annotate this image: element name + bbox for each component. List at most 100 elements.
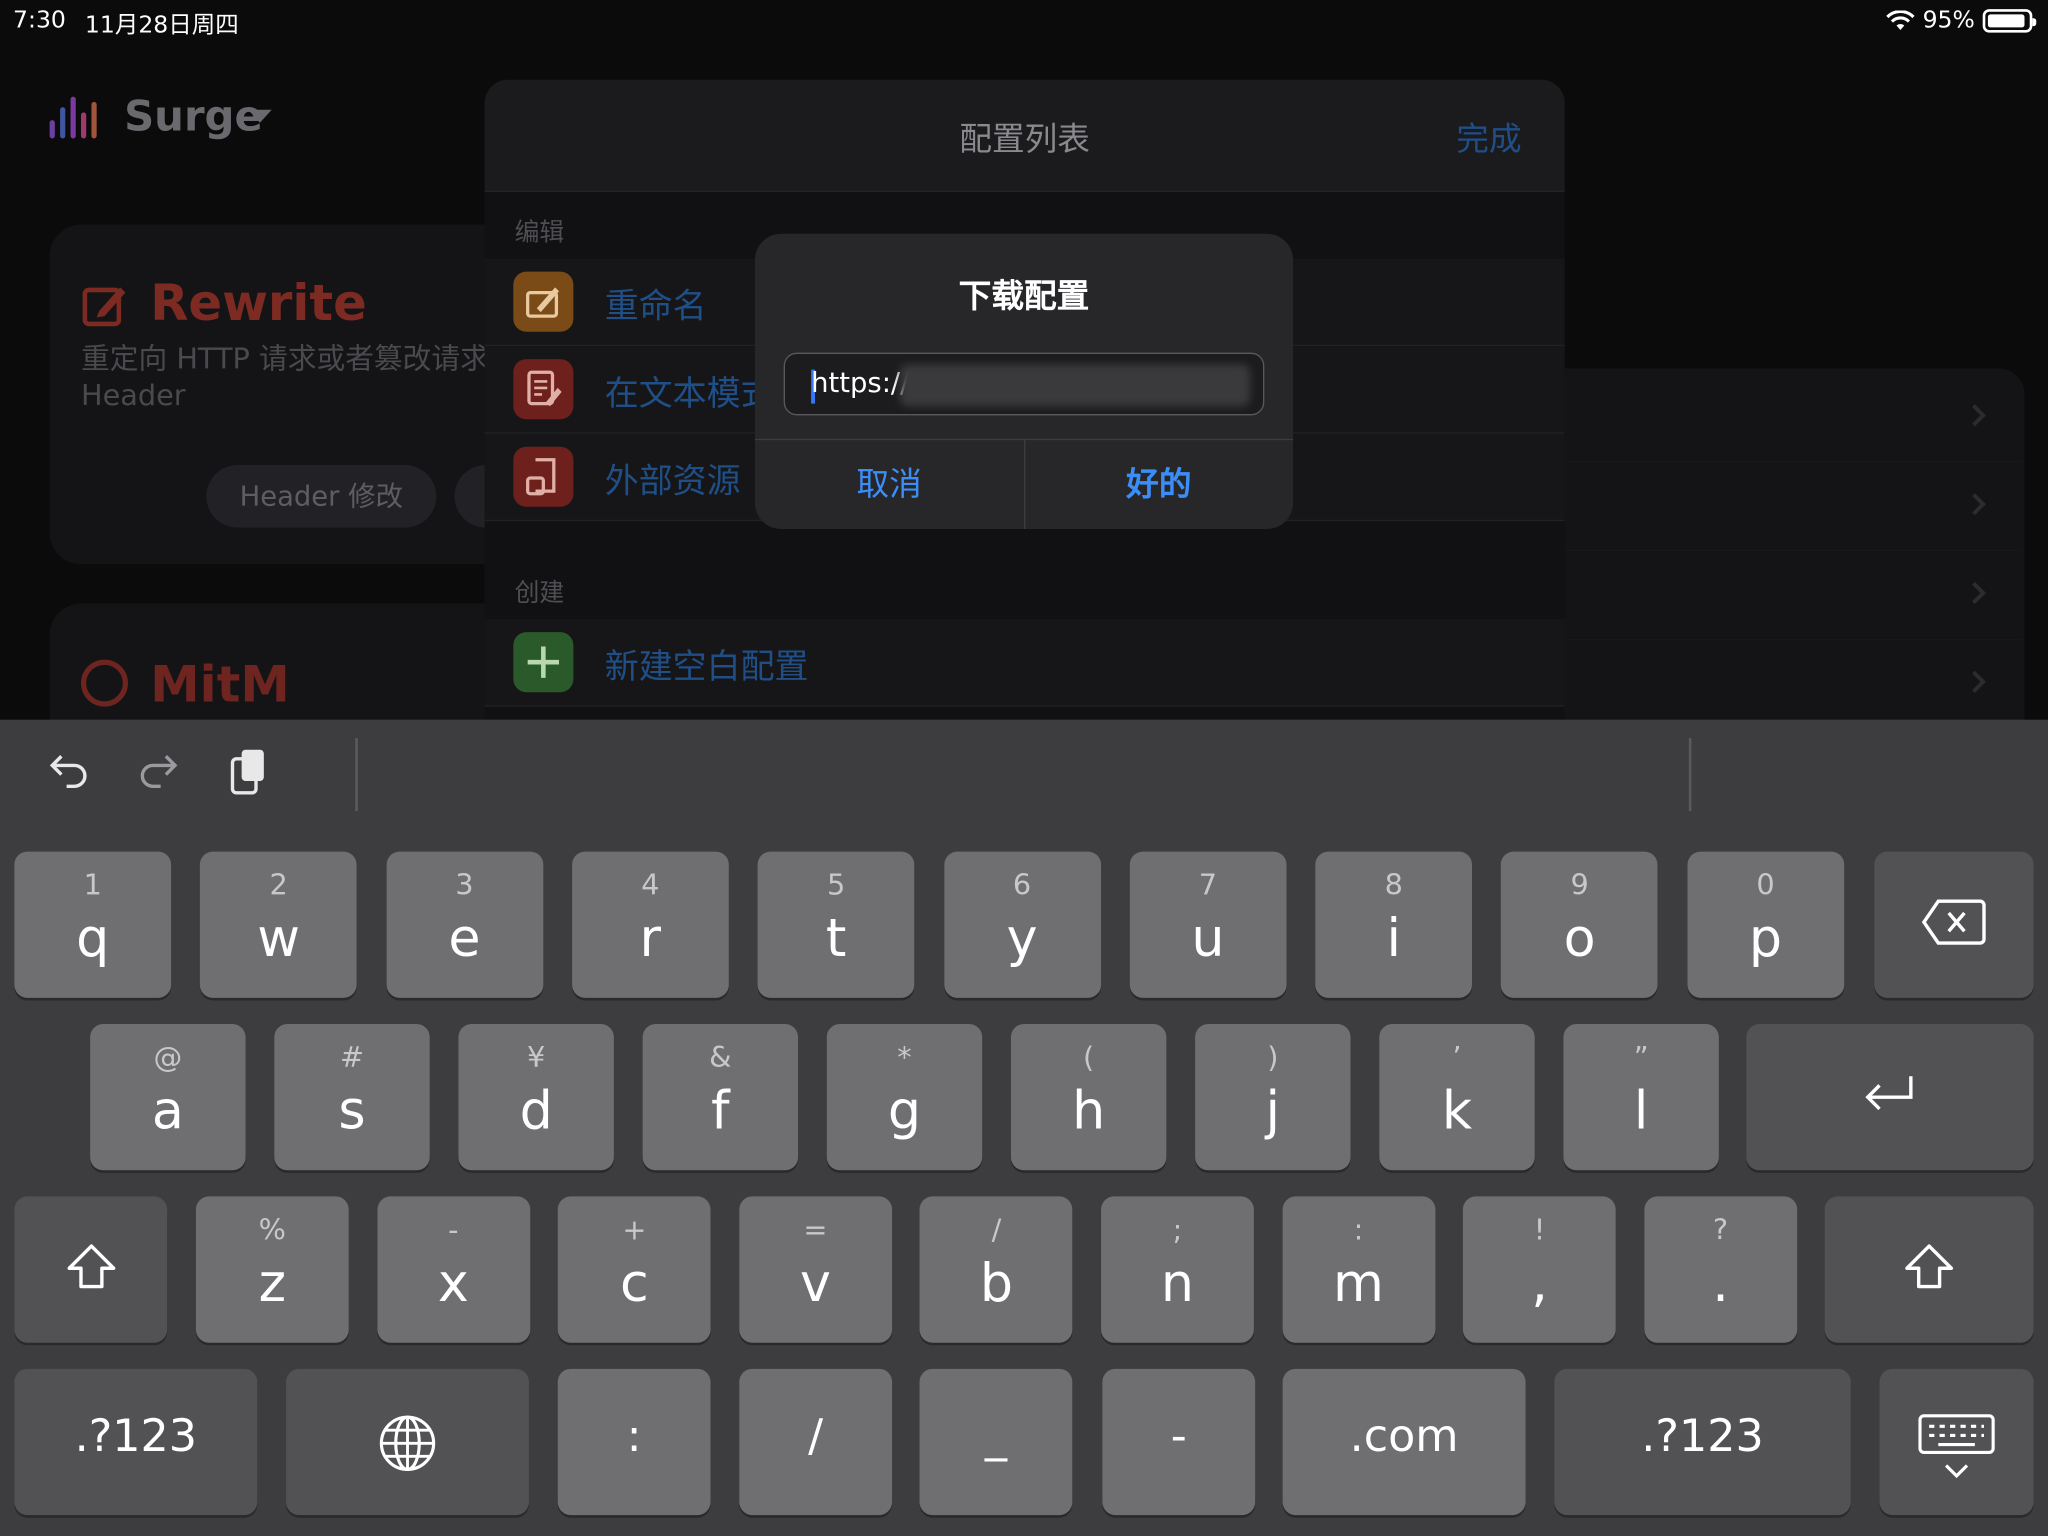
key-label: b — [979, 1253, 1013, 1314]
key-symbol[interactable]: - — [1102, 1368, 1256, 1516]
sheet-row-label: 重命名 — [604, 287, 707, 327]
dotcom-key[interactable]: .com — [1282, 1368, 1526, 1516]
key-alt-label: ’ — [1452, 1042, 1462, 1075]
key-label: i — [1386, 909, 1402, 970]
right-row[interactable] — [1564, 462, 2022, 552]
key-q[interactable]: 1q — [14, 851, 172, 998]
key-period[interactable]: ?. — [1644, 1196, 1797, 1343]
redo-icon[interactable] — [129, 746, 186, 803]
numbers-key-right[interactable]: .?123 — [1554, 1368, 1851, 1516]
key-h[interactable]: (h — [1010, 1023, 1167, 1171]
key-c[interactable]: + c — [557, 1196, 711, 1343]
app-title[interactable]: Surge — [124, 91, 263, 141]
key-u[interactable]: 7u — [1129, 851, 1287, 998]
sheet-row-label: 外部资源 — [604, 462, 741, 502]
undo-icon[interactable] — [40, 746, 97, 803]
key-d[interactable]: ¥ d — [458, 1023, 614, 1171]
globe-key[interactable] — [286, 1368, 529, 1516]
key-label: t — [825, 909, 847, 970]
redacted-url — [899, 364, 1250, 407]
key-r[interactable]: 4r — [571, 851, 729, 998]
key-symbol[interactable]: _ — [919, 1368, 1073, 1516]
alert-buttons: 取消 好的 — [754, 438, 1294, 529]
key-label: - — [1170, 1410, 1187, 1463]
key-symbol[interactable]: : — [557, 1368, 711, 1516]
key-label: m — [1333, 1253, 1384, 1314]
key-symbol[interactable]: / — [739, 1368, 893, 1516]
key-label: j — [1265, 1081, 1281, 1142]
return-icon — [1746, 1068, 2033, 1125]
right-row[interactable] — [1564, 640, 2022, 729]
status-date: 11月28日周四 — [84, 11, 239, 40]
key-w[interactable]: 2w — [200, 851, 357, 998]
key-e[interactable]: 3e — [386, 851, 543, 998]
shift-key-left[interactable] — [14, 1196, 168, 1343]
key-s[interactable]: # s — [274, 1023, 430, 1171]
text-document-icon — [513, 359, 574, 420]
ok-button[interactable]: 好的 — [1023, 440, 1293, 529]
done-button[interactable]: 完成 — [1456, 114, 1521, 161]
key-v[interactable]: = v — [738, 1196, 892, 1343]
key-label: e — [448, 909, 481, 970]
header-modify-pill[interactable]: Header 修改 — [206, 464, 437, 528]
shift-key-right[interactable] — [1824, 1196, 2034, 1343]
key-a[interactable]: @ a — [90, 1023, 246, 1171]
cancel-button[interactable]: 取消 — [755, 440, 1023, 529]
numbers-key-left[interactable]: .?123 — [14, 1368, 258, 1516]
lock-icon — [80, 659, 128, 707]
chevron-right-icon — [1963, 493, 1986, 516]
key-o[interactable]: 9o — [1501, 851, 1658, 998]
sheet-header: 配置列表 完成 — [484, 79, 1565, 192]
key-j[interactable]: ) j — [1195, 1023, 1351, 1171]
key-alt-label: 5 — [827, 869, 846, 903]
caret-down-icon[interactable] — [248, 109, 272, 123]
key-p[interactable]: 0p — [1687, 851, 1844, 998]
return-key[interactable] — [1746, 1023, 2034, 1171]
key-b[interactable]: / b — [920, 1196, 1073, 1343]
url-input[interactable]: https:// — [783, 352, 1265, 416]
shift-icon — [1825, 1241, 2034, 1298]
sheet-row-new-blank[interactable]: 新建空白配置 — [484, 619, 1565, 707]
key-alt-label: 0 — [1756, 869, 1775, 903]
key-y[interactable]: 6y — [943, 851, 1101, 998]
key-k[interactable]: ’ k — [1379, 1023, 1535, 1171]
key-label: l — [1633, 1081, 1649, 1142]
right-row[interactable] — [1564, 551, 2022, 640]
key-g[interactable]: * g — [826, 1023, 983, 1171]
key-alt-label: + — [622, 1214, 647, 1248]
key-m[interactable]: :m — [1282, 1196, 1435, 1343]
keyboard-dismiss-icon — [1880, 1413, 2034, 1486]
sheet-title: 配置列表 — [959, 120, 1090, 159]
right-row[interactable] — [1564, 374, 2022, 463]
keyboard: 1 q 2 w 3 e 4 r 5 t 6 y 7 u 8 i 9 o 0 p @ a # s ¥ d & f * g(h) j’ k” l% z… — [0, 719, 2048, 1536]
url-input-value: https:// — [811, 367, 910, 399]
key-label: k — [1441, 1081, 1473, 1142]
key-comma[interactable]: !, — [1463, 1196, 1616, 1343]
key-label: _ — [984, 1410, 1008, 1463]
delete-key[interactable] — [1874, 851, 2034, 998]
key-label: p — [1748, 909, 1783, 970]
key-l[interactable]: ” l — [1563, 1023, 1719, 1171]
key-alt-label: ; — [1172, 1214, 1183, 1248]
key-label: z — [258, 1253, 287, 1314]
mitm-title: MitM — [150, 655, 290, 714]
key-f[interactable]: & f — [642, 1023, 799, 1171]
key-alt-label: ¥ — [527, 1042, 546, 1075]
wifi-icon — [1886, 9, 1915, 30]
key-label: c — [619, 1253, 649, 1314]
key-alt-label: 7 — [1198, 869, 1218, 903]
hide-keyboard-key[interactable] — [1879, 1368, 2034, 1516]
pencil-icon — [513, 271, 574, 332]
key-x[interactable]: -x — [376, 1196, 530, 1343]
shift-icon — [14, 1241, 167, 1298]
keyboard-toolbar — [0, 720, 2048, 835]
key-label: o — [1563, 909, 1596, 970]
key-n[interactable]: ; n — [1101, 1196, 1254, 1343]
key-z[interactable]: % z — [195, 1196, 349, 1343]
key-label: u — [1191, 909, 1225, 970]
key-alt-label: ( — [1083, 1042, 1095, 1075]
key-i[interactable]: 8i — [1315, 851, 1473, 998]
paste-icon[interactable] — [219, 746, 276, 803]
key-alt-label: 3 — [455, 869, 474, 903]
key-t[interactable]: 5t — [757, 851, 915, 998]
